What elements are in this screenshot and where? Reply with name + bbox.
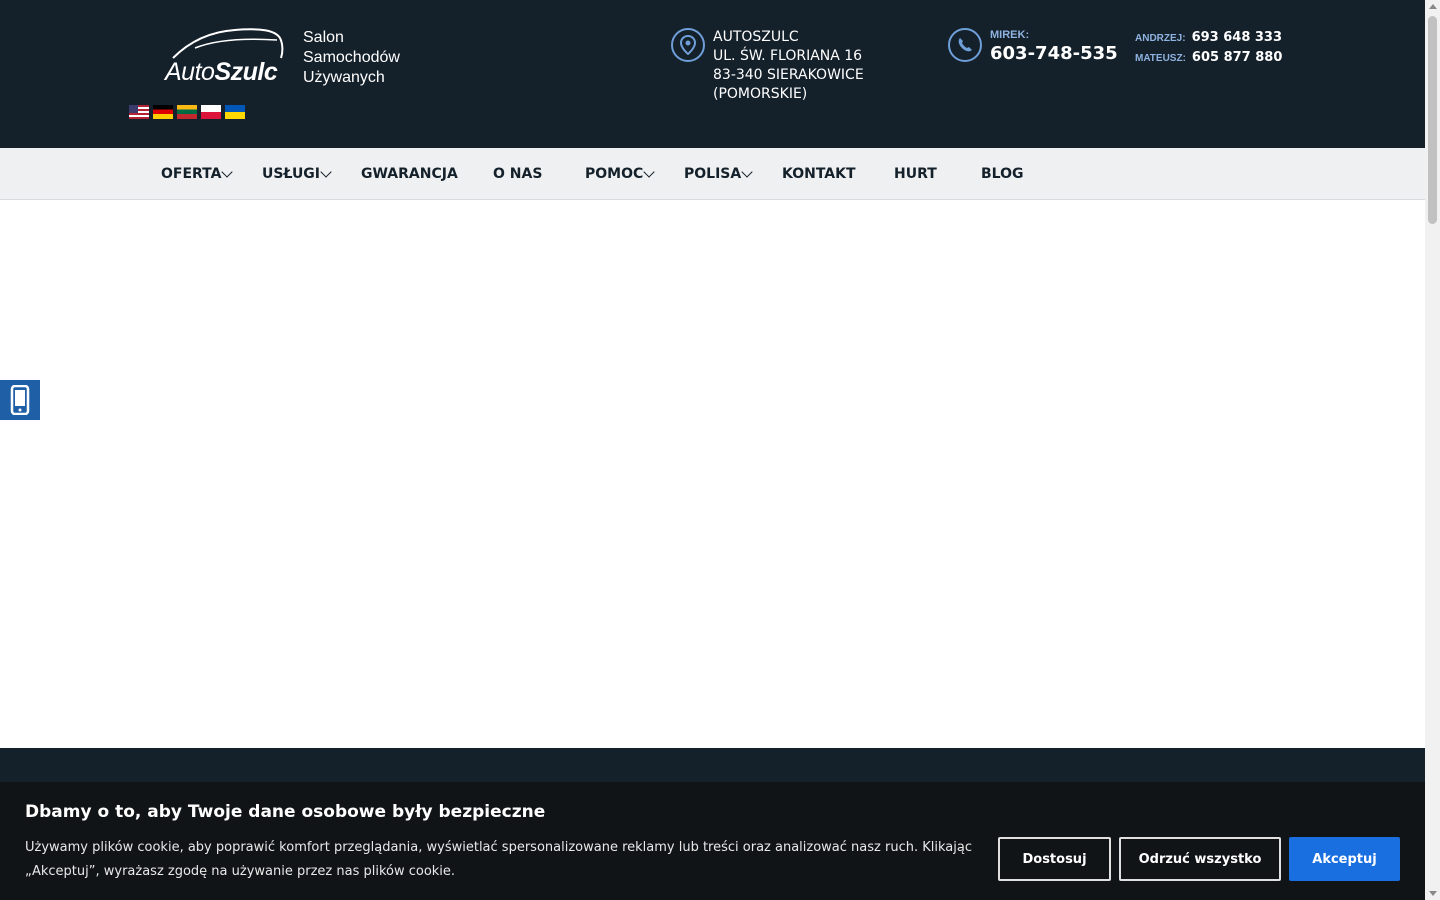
nav-item-hurt[interactable]: HURT — [894, 166, 937, 182]
cookie-text: Używamy plików cookie, aby poprawić komf… — [25, 840, 972, 879]
customize-button[interactable]: Dostosuj — [998, 837, 1111, 881]
autoszulc-logo[interactable]: AutoSzulc — [165, 26, 295, 88]
phone-label: MATEUSZ: — [1135, 53, 1186, 64]
phone-row-andrzej[interactable]: ANDRZEJ: 693 648 333 — [1135, 30, 1282, 45]
cookie-banner: Dbamy o to, aby Twoje dane osobowe były … — [0, 782, 1425, 900]
scrollbar[interactable] — [1425, 0, 1440, 900]
footer — [0, 748, 1425, 783]
header: AutoSzulc Salon Samochodów Używanych AUT… — [0, 0, 1425, 148]
chevron-down-icon[interactable] — [643, 166, 655, 178]
nav-item-oferta[interactable]: OFERTA — [161, 166, 221, 182]
mobile-contact-tab[interactable] — [0, 380, 40, 420]
flag-lt-icon[interactable] — [177, 105, 197, 119]
main-nav: OFERTA USŁUGI GWARANCJA O NAS POMOC POLI… — [0, 148, 1425, 200]
tagline-line: Salon — [303, 29, 344, 46]
scroll-up-arrow-icon[interactable] — [1429, 4, 1437, 9]
nav-item-uslugi[interactable]: USŁUGI — [262, 166, 320, 182]
chevron-down-icon[interactable] — [221, 166, 233, 178]
location-pin-icon — [671, 28, 705, 62]
nav-item-blog[interactable]: BLOG — [981, 166, 1024, 182]
flag-us-icon[interactable] — [129, 105, 149, 119]
flag-ua-icon[interactable] — [225, 105, 245, 119]
phone-number-mirek[interactable]: 603-748-535 — [990, 43, 1118, 64]
mobile-phone-icon — [10, 385, 30, 415]
tagline: Salon Samochodów Używanych — [303, 28, 400, 88]
cookie-title: Dbamy o to, aby Twoje dane osobowe były … — [25, 802, 546, 822]
address-line: UL. ŚW. FLORIANA 16 — [713, 48, 863, 64]
phone-label-mirek: MIREK: — [990, 29, 1030, 41]
nav-item-pomoc[interactable]: POMOC — [585, 166, 643, 182]
address-line: AUTOSZULC — [713, 29, 799, 45]
nav-item-gwarancja[interactable]: GWARANCJA — [361, 166, 458, 182]
phone-row-mateusz[interactable]: MATEUSZ: 605 877 880 — [1135, 50, 1282, 65]
car-silhouette-icon — [172, 28, 284, 59]
phone-icon — [948, 28, 982, 62]
address-block: AUTOSZULC UL. ŚW. FLORIANA 16 83-340 SIE… — [713, 28, 864, 104]
phone-number[interactable]: 605 877 880 — [1192, 50, 1282, 65]
flag-pl-icon[interactable] — [201, 105, 221, 119]
scroll-down-arrow-icon[interactable] — [1429, 891, 1437, 896]
nav-item-o-nas[interactable]: O NAS — [493, 166, 542, 182]
logo-text: AutoSzulc — [165, 58, 278, 86]
reject-all-button[interactable]: Odrzuć wszystko — [1119, 837, 1281, 881]
flag-de-icon[interactable] — [153, 105, 173, 119]
accept-button[interactable]: Akceptuj — [1289, 837, 1400, 881]
scrollbar-thumb[interactable] — [1428, 16, 1437, 224]
phone-number[interactable]: 693 648 333 — [1192, 30, 1282, 45]
address-line: 83-340 SIERAKOWICE — [713, 67, 864, 83]
tagline-line: Używanych — [303, 69, 385, 86]
language-flags — [129, 105, 245, 119]
nav-item-kontakt[interactable]: KONTAKT — [782, 166, 856, 182]
nav-item-polisa[interactable]: POLISA — [684, 166, 741, 182]
address-line: (POMORSKIE) — [713, 86, 808, 102]
chevron-down-icon[interactable] — [320, 166, 332, 178]
tagline-line: Samochodów — [303, 49, 400, 66]
phone-label: ANDRZEJ: — [1135, 33, 1186, 44]
chevron-down-icon[interactable] — [741, 166, 753, 178]
